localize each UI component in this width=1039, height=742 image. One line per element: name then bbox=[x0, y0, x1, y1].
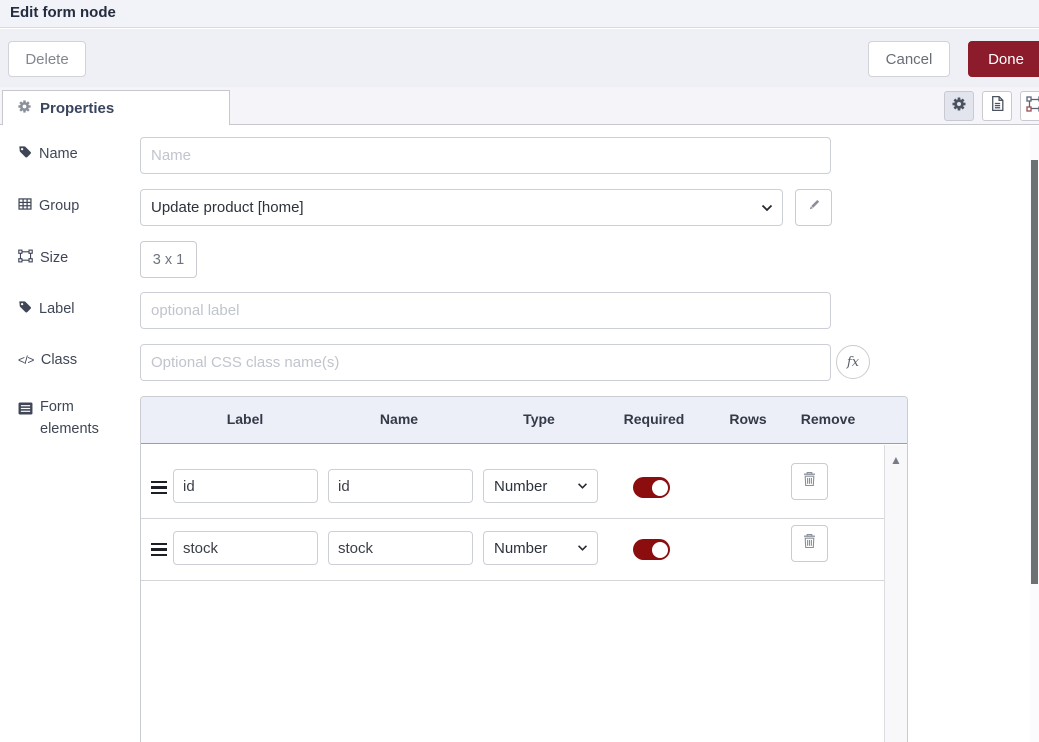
group-select-wrap: Update product [home] bbox=[140, 189, 783, 226]
dialog-buttonbar: Delete Cancel Done bbox=[0, 29, 1039, 87]
group-select[interactable]: Update product [home] bbox=[140, 189, 783, 226]
page-scrollbar-thumb[interactable] bbox=[1031, 160, 1038, 584]
tab-properties[interactable]: Properties bbox=[2, 90, 230, 125]
document-icon bbox=[990, 95, 1005, 117]
required-toggle[interactable] bbox=[633, 539, 670, 560]
drag-handle-icon[interactable] bbox=[151, 481, 167, 497]
properties-tab-button[interactable] bbox=[944, 91, 974, 121]
cancel-button[interactable]: Cancel bbox=[868, 41, 950, 77]
element-type-select-wrap: Number bbox=[483, 469, 598, 503]
name-input[interactable] bbox=[140, 137, 831, 174]
dialog-title: Edit form node bbox=[10, 4, 116, 21]
element-name-input[interactable] bbox=[328, 469, 473, 503]
code-icon: </> bbox=[18, 353, 34, 367]
column-header-type: Type bbox=[523, 411, 555, 427]
edit-form-node-dialog: Edit form node Delete Cancel Done Proper… bbox=[0, 0, 1039, 742]
size-field-label: Size bbox=[18, 249, 68, 267]
class-field-label: </> Class bbox=[18, 352, 77, 368]
element-type-select[interactable]: Number bbox=[483, 531, 598, 565]
required-toggle[interactable] bbox=[633, 477, 670, 498]
element-type-select-wrap: Number bbox=[483, 531, 598, 565]
tag-icon bbox=[18, 145, 32, 163]
form-elements-rows: Number Number bbox=[141, 445, 884, 742]
selection-box-icon bbox=[1026, 96, 1039, 117]
label-field-label: Label bbox=[18, 300, 74, 318]
properties-panel: Name Group Update product [home] Size 3 … bbox=[0, 125, 1039, 742]
dialog-tabbar: Properties bbox=[0, 87, 1039, 125]
dialog-titlebar: Edit form node bbox=[0, 0, 1039, 28]
element-type-select[interactable]: Number bbox=[483, 469, 598, 503]
description-tab-button[interactable] bbox=[982, 91, 1012, 121]
edit-group-button[interactable] bbox=[795, 189, 832, 226]
column-header-label: Label bbox=[227, 411, 264, 427]
fx-icon: fx bbox=[847, 355, 859, 370]
size-button[interactable]: 3 x 1 bbox=[140, 241, 197, 278]
page-scrollbar[interactable] bbox=[1030, 126, 1039, 742]
form-elements-field-label: Form elements bbox=[18, 396, 104, 440]
list-alt-icon bbox=[18, 400, 33, 422]
trash-icon bbox=[802, 471, 817, 492]
toggle-knob bbox=[652, 480, 668, 496]
element-label-input[interactable] bbox=[173, 531, 318, 565]
delete-button[interactable]: Delete bbox=[8, 41, 86, 77]
appearance-tab-button[interactable] bbox=[1020, 91, 1039, 121]
table-icon bbox=[18, 197, 32, 215]
done-button[interactable]: Done bbox=[968, 41, 1039, 77]
form-elements-table-header: Label Name Type Required Rows Remove bbox=[141, 397, 907, 444]
name-field-label: Name bbox=[18, 145, 78, 163]
element-name-input[interactable] bbox=[328, 531, 473, 565]
group-field-label: Group bbox=[18, 197, 79, 215]
gear-icon bbox=[951, 96, 967, 117]
column-header-rows: Rows bbox=[729, 411, 766, 427]
tab-properties-label: Properties bbox=[40, 100, 114, 117]
object-group-icon bbox=[18, 249, 33, 267]
remove-row-button[interactable] bbox=[791, 525, 828, 562]
fx-expression-button[interactable]: fx bbox=[836, 345, 870, 379]
table-row: Number bbox=[141, 519, 884, 581]
table-row: Number bbox=[141, 457, 884, 519]
remove-row-button[interactable] bbox=[791, 463, 828, 500]
label-input[interactable] bbox=[140, 292, 831, 329]
gear-icon bbox=[17, 99, 32, 118]
tag-icon bbox=[18, 300, 32, 318]
scroll-up-icon[interactable]: ▲ bbox=[885, 453, 907, 467]
class-input[interactable] bbox=[140, 344, 831, 381]
toggle-knob bbox=[652, 542, 668, 558]
table-scrollbar[interactable]: ▲ ▼ bbox=[884, 445, 907, 742]
element-label-input[interactable] bbox=[173, 469, 318, 503]
column-header-remove: Remove bbox=[801, 411, 855, 427]
column-header-name: Name bbox=[380, 411, 418, 427]
column-header-required: Required bbox=[624, 411, 685, 427]
trash-icon bbox=[802, 533, 817, 554]
drag-handle-icon[interactable] bbox=[151, 543, 167, 559]
pencil-icon bbox=[807, 198, 821, 217]
form-elements-table: Label Name Type Required Rows Remove Num… bbox=[140, 396, 908, 742]
